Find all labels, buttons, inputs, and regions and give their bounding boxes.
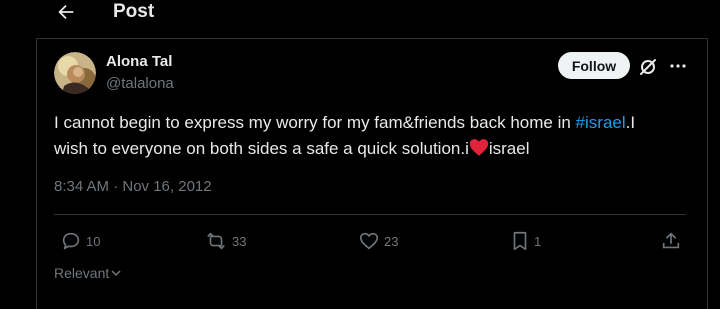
bookmark-icon [513,231,527,251]
author-name[interactable]: Alona Tal [106,53,172,70]
arrow-left-icon [58,4,74,20]
post-text-part: israel [488,139,530,158]
bookmark-count: 1 [534,233,542,249]
sort-label: Relevant [54,265,110,281]
chevron-down-icon [111,270,121,277]
post-timestamp[interactable]: 8:34 AM · Nov 16, 2012 [54,178,212,195]
post-text-part: I cannot begin to express my worry for m… [54,113,576,132]
share-icon [662,232,680,249]
like-button[interactable]: 23 [358,230,398,252]
like-count: 23 [384,233,399,249]
more-icon [670,64,686,68]
page-title: Post [113,1,155,22]
reply-button[interactable]: 10 [60,230,100,252]
grok-icon [640,59,656,75]
reply-count: 10 [86,233,101,249]
post-text: I cannot begin to express my worry for m… [54,110,654,165]
more-button[interactable] [666,56,690,76]
repost-button[interactable]: 33 [204,230,246,252]
follow-button[interactable]: Follow [558,52,630,79]
reply-icon [62,232,80,250]
avatar-image [54,52,96,94]
bookmark-button[interactable]: 1 [510,230,541,252]
author-handle[interactable]: @talalona [106,75,174,92]
red-heart-emoji-icon [469,138,489,165]
hashtag-link[interactable]: #israel [576,113,626,132]
share-button[interactable] [660,230,682,252]
sort-dropdown[interactable]: Relevant [54,265,122,281]
avatar[interactable] [54,52,96,94]
repost-icon [207,232,225,250]
top-bar: Post [0,0,720,28]
repost-count: 33 [232,233,247,249]
back-button[interactable] [52,0,80,24]
divider [54,214,686,215]
heart-icon [359,232,379,250]
grok-button[interactable] [636,56,660,78]
